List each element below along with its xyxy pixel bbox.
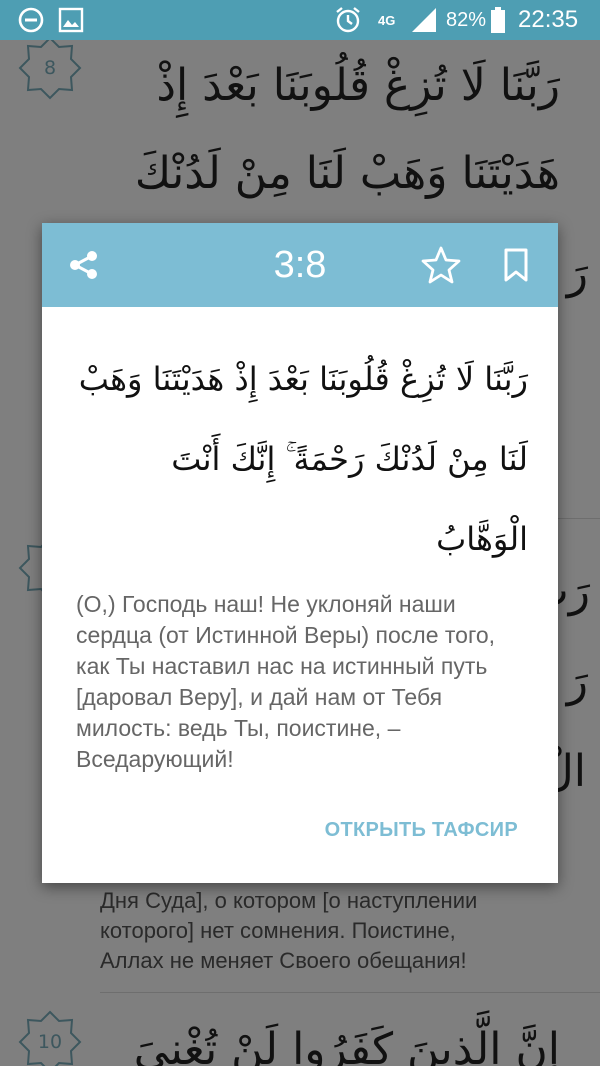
image-notification-icon — [58, 0, 84, 40]
open-tafsir-button[interactable]: ОТКРЫТЬ ТАФСИР — [325, 813, 518, 847]
bookmark-button[interactable] — [488, 237, 544, 293]
status-bar: 4G 82% 22:35 — [0, 0, 600, 40]
dialog-title: 3:8 — [273, 243, 327, 286]
dialog-translation: (О,) Господь наш! Не уклоняй наши сердца… — [76, 591, 496, 772]
battery-icon — [490, 0, 506, 40]
clock: 22:35 — [518, 6, 579, 33]
alarm-icon — [334, 0, 362, 40]
signal-icon — [410, 0, 438, 40]
verse-dialog: 3:8 رَبَّنَا لَا تُزِغْ قُلُوبَنَا بَعْد… — [42, 223, 558, 883]
do-not-disturb-icon — [18, 0, 44, 40]
network-type: 4G — [378, 12, 396, 28]
share-button[interactable] — [56, 237, 112, 293]
favorite-button[interactable] — [413, 237, 469, 293]
dialog-header: 3:8 — [42, 223, 558, 307]
dialog-arabic-verse: رَبَّنَا لَا تُزِغْ قُلُوبَنَا بَعْدَ إِ… — [78, 360, 528, 558]
star-icon — [421, 246, 461, 284]
battery-percent: 82% — [446, 8, 487, 31]
share-icon — [70, 251, 97, 279]
bookmark-icon — [504, 248, 528, 282]
